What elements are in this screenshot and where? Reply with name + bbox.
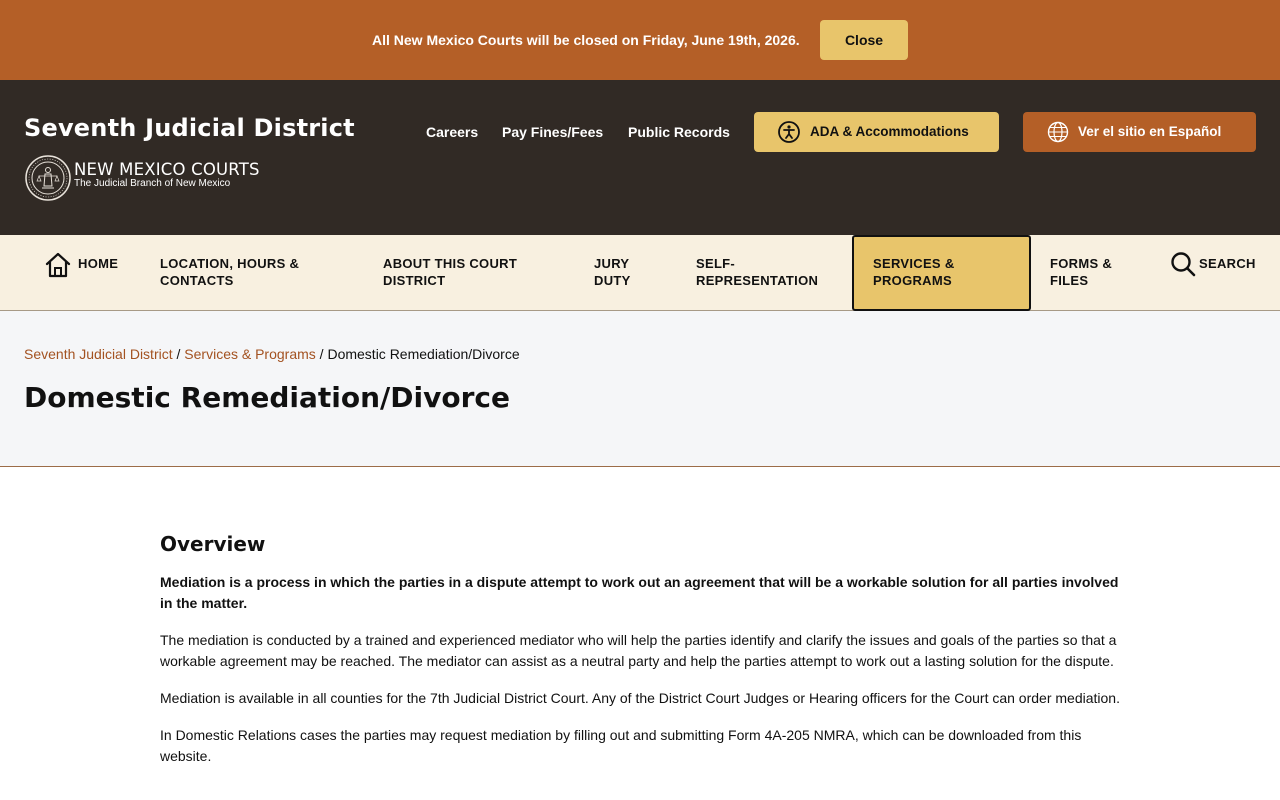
nav-jury-label: JURY DUTY (594, 256, 631, 288)
nav-about-court-district[interactable]: ABOUT THIS COURT DISTRICT (373, 235, 563, 311)
lead-paragraph: Mediation is a process in which the part… (160, 574, 1119, 611)
nav-home[interactable]: HOME (30, 235, 140, 311)
spanish-site-button[interactable]: Ver el sitio en Español (1023, 112, 1256, 152)
main-nav: HOME LOCATION, HOURS & CONTACTS ABOUT TH… (0, 235, 1280, 311)
search-icon (1171, 252, 1196, 277)
page-title-band: Seventh Judicial District / Services & P… (0, 311, 1280, 467)
section-heading: Overview (160, 532, 266, 556)
home-icon (45, 252, 71, 278)
nav-services-label: SERVICES & PROGRAMS (873, 256, 955, 288)
logo-tagline: The Judicial Branch of New Mexico (74, 178, 231, 189)
pay-fines-link[interactable]: Pay Fines/Fees (502, 124, 603, 140)
nav-search-label: SEARCH (1199, 256, 1256, 271)
nav-home-label: HOME (78, 256, 119, 271)
public-records-link[interactable]: Public Records (628, 124, 730, 140)
nav-forms-files[interactable]: FORMS & FILES (1040, 235, 1140, 311)
spanish-label: Ver el sitio en Español (1078, 124, 1222, 139)
breadcrumb-current: Domestic Remediation/Divorce (327, 346, 520, 362)
alert-close-button[interactable]: Close (820, 20, 908, 60)
main-content: Overview Mediation is a process in which… (160, 532, 1122, 783)
breadcrumb-link-services[interactable]: Services & Programs (184, 346, 315, 362)
nav-location-label: LOCATION, HOURS & CONTACTS (160, 256, 300, 288)
nav-self-rep-label: SELF-REPRESENTATION (696, 256, 819, 288)
nav-forms-label: FORMS & FILES (1050, 256, 1113, 288)
logo-name: NEW MEXICO COURTS (74, 160, 260, 179)
nm-courts-logo[interactable]: NEW MEXICO COURTS The Judicial Branch of… (24, 154, 274, 204)
alert-banner: All New Mexico Courts will be closed on … (0, 0, 1280, 80)
site-title[interactable]: Seventh Judicial District (24, 114, 355, 142)
page-title: Domestic Remediation/Divorce (24, 381, 510, 414)
nav-search[interactable]: SEARCH (1160, 235, 1270, 311)
content-paragraph: The mediation is conducted by a trained … (160, 632, 1117, 669)
ada-label: ADA & Accommodations (810, 124, 969, 139)
nav-location-hours-contacts[interactable]: LOCATION, HOURS & CONTACTS (150, 235, 350, 311)
accessibility-icon (778, 121, 800, 143)
site-header: Seventh Judicial District NEW MEXICO COU… (0, 80, 1280, 235)
breadcrumb-link-home[interactable]: Seventh Judicial District (24, 346, 173, 362)
nav-about-label: ABOUT THIS COURT DISTRICT (383, 256, 518, 288)
globe-icon (1047, 121, 1069, 143)
nav-jury-duty[interactable]: JURY DUTY (584, 235, 664, 311)
alert-message: All New Mexico Courts will be closed on … (372, 32, 800, 48)
breadcrumb: Seventh Judicial District / Services & P… (24, 346, 520, 362)
court-seal-icon (25, 155, 71, 201)
nav-services-programs[interactable]: SERVICES & PROGRAMS (852, 235, 1031, 311)
careers-link[interactable]: Careers (426, 124, 478, 140)
ada-accommodations-button[interactable]: ADA & Accommodations (754, 112, 999, 152)
nav-self-representation[interactable]: SELF-REPRESENTATION (686, 235, 846, 311)
content-paragraph: Mediation is available in all counties f… (160, 690, 1120, 706)
content-paragraph: In Domestic Relations cases the parties … (160, 727, 1082, 764)
